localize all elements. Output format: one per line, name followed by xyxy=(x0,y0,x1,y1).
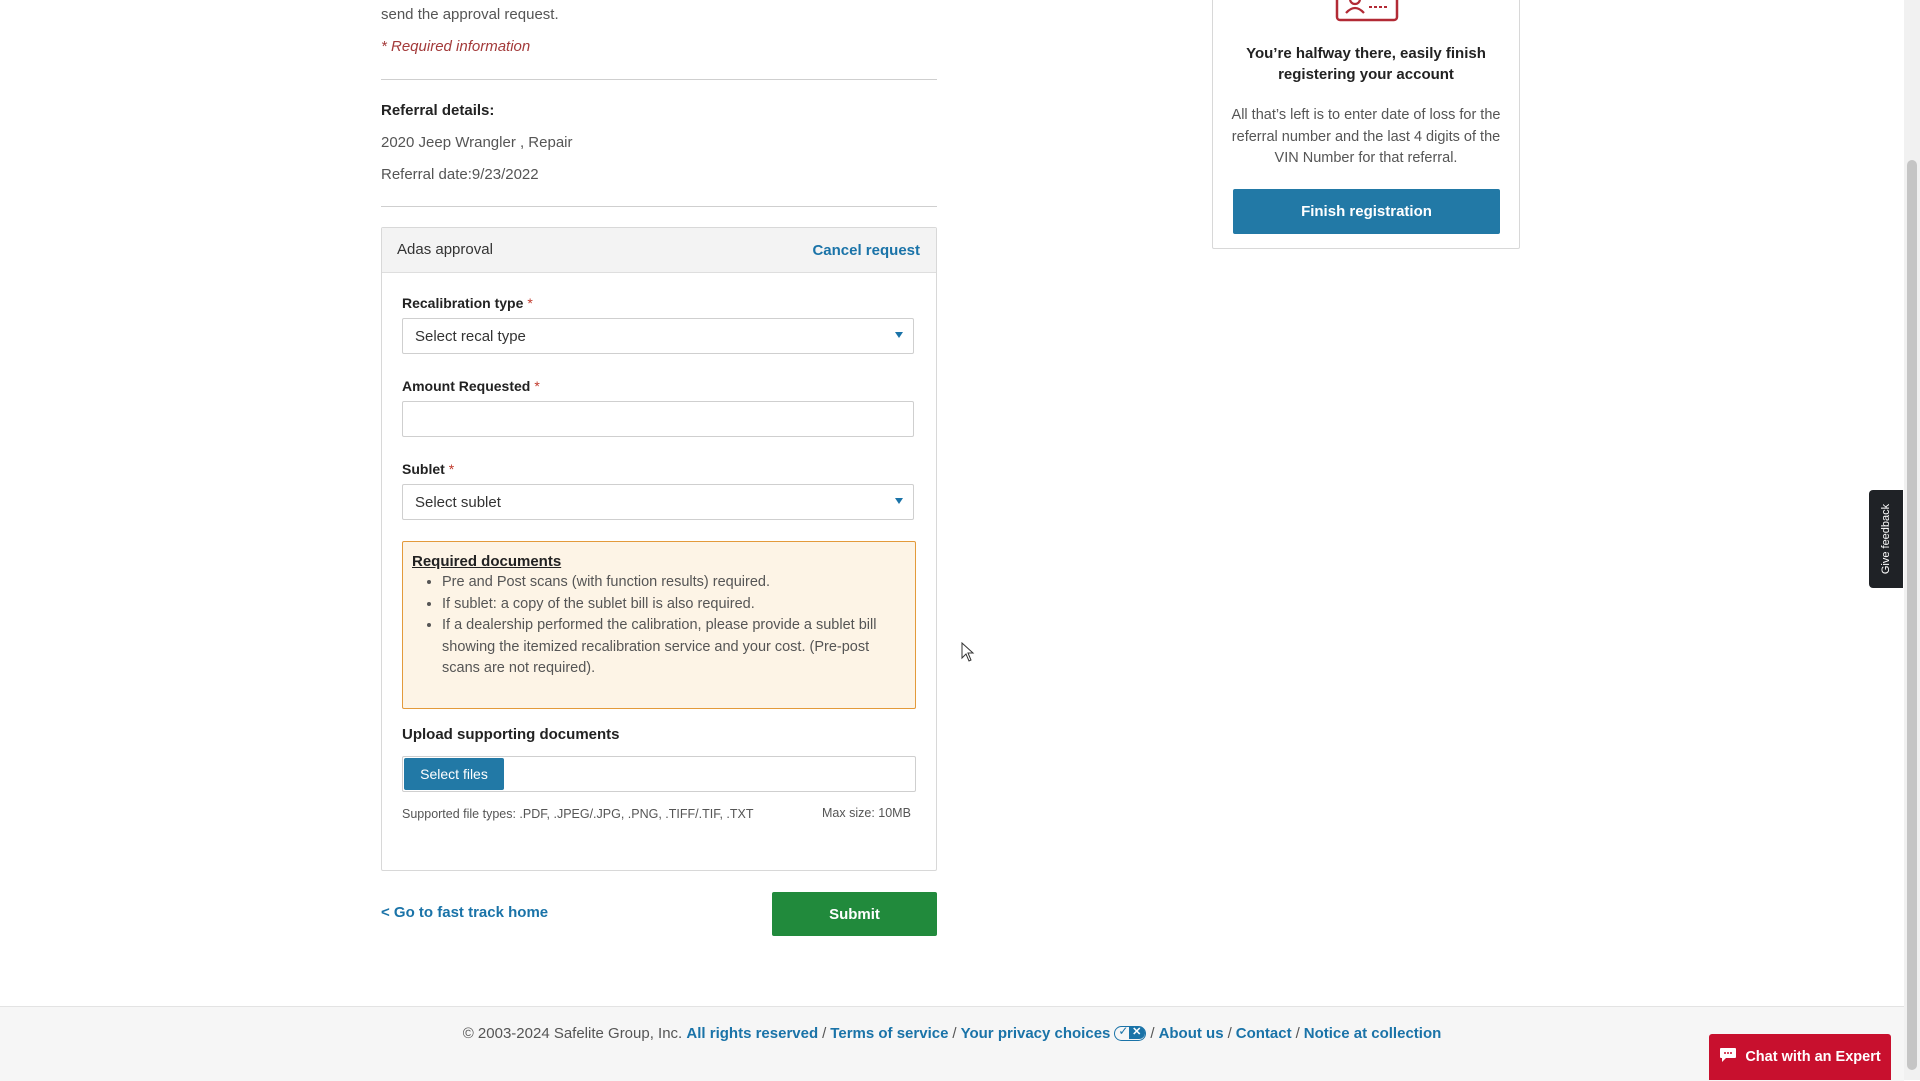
chevron-down-icon xyxy=(895,498,903,504)
list-item: If a dealership performed the calibratio… xyxy=(442,615,882,680)
chat-bubble-icon xyxy=(1719,1047,1737,1067)
required-star: * xyxy=(527,295,533,311)
finish-registration-button[interactable]: Finish registration xyxy=(1233,189,1500,234)
intro-text: send the approval request. xyxy=(381,6,559,23)
referral-details-heading: Referral details: xyxy=(381,102,495,119)
referral-vehicle: 2020 Jeep Wrangler , Repair xyxy=(381,134,573,151)
supported-file-types: Supported file types: .PDF, .JPEG/.JPG, … xyxy=(402,807,754,821)
id-card-icon xyxy=(1335,0,1399,28)
select-files-button[interactable]: Select files xyxy=(404,758,504,790)
footer-link-terms-of-service[interactable]: Terms of service xyxy=(830,1025,948,1042)
panel-title: Adas approval xyxy=(397,241,493,258)
card-description: All that’s left is to enter date of loss… xyxy=(1231,107,1501,166)
panel-header: Adas approval Cancel request xyxy=(382,228,936,273)
required-star: * xyxy=(448,461,455,477)
privacy-choices-icon[interactable]: ✕ xyxy=(1114,1024,1147,1041)
recalibration-type-label: Recalibration type * xyxy=(402,295,533,311)
list-item: Pre and Post scans (with function result… xyxy=(442,572,882,594)
chat-with-expert-button[interactable]: Chat with an Expert xyxy=(1709,1034,1891,1080)
footer-link-privacy-choices[interactable]: Your privacy choices xyxy=(961,1025,1111,1042)
required-documents-list: Pre and Post scans (with function result… xyxy=(411,572,882,680)
required-information-note: * Required information xyxy=(381,38,531,55)
sublet-select[interactable]: Select sublet xyxy=(402,484,914,520)
divider xyxy=(381,79,937,80)
separator: / xyxy=(1295,1025,1300,1042)
amount-requested-label: Amount Requested * xyxy=(402,378,540,394)
recalibration-type-value: Select recal type xyxy=(415,328,526,345)
scrollbar-thumb[interactable] xyxy=(1907,160,1917,1070)
separator: / xyxy=(1150,1025,1155,1042)
separator: / xyxy=(952,1025,957,1042)
amount-requested-label-text: Amount Requested xyxy=(402,378,531,394)
required-documents-box: Required documents Pre and Post scans (w… xyxy=(402,541,916,709)
footer-link-about-us[interactable]: About us xyxy=(1159,1025,1224,1042)
footer-link-all-rights-reserved[interactable]: All rights reserved xyxy=(686,1025,818,1042)
chevron-down-icon xyxy=(895,332,903,338)
separator: / xyxy=(822,1025,827,1042)
card-title: You’re halfway there, easily finish regi… xyxy=(1246,45,1486,83)
sublet-label: Sublet * xyxy=(402,461,454,477)
cancel-request-link[interactable]: Cancel request xyxy=(812,242,920,259)
copyright: © 2003-2024 Safelite Group, Inc. xyxy=(462,1025,683,1042)
separator: / xyxy=(1227,1025,1232,1042)
upload-documents-label: Upload supporting documents xyxy=(402,726,620,743)
give-feedback-tab[interactable]: Give feedback xyxy=(1869,490,1903,588)
go-to-fast-track-home-link[interactable]: < Go to fast track home xyxy=(381,904,548,921)
finish-registration-card: You’re halfway there, easily finish regi… xyxy=(1212,0,1520,249)
footer-link-contact[interactable]: Contact xyxy=(1236,1025,1292,1042)
submit-button[interactable]: Submit xyxy=(772,892,937,936)
recalibration-type-label-text: Recalibration type xyxy=(402,295,524,311)
required-star: * xyxy=(534,378,540,394)
give-feedback-label: Give feedback xyxy=(1880,503,1892,575)
mouse-cursor-icon xyxy=(961,641,975,667)
divider xyxy=(381,206,937,207)
list-item: If sublet: a copy of the sublet bill is … xyxy=(442,594,882,616)
page-scrollbar[interactable] xyxy=(1904,0,1920,1080)
footer: © 2003-2024 Safelite Group, Inc. All rig… xyxy=(0,1006,1904,1081)
sublet-value: Select sublet xyxy=(415,494,501,511)
sublet-label-text: Sublet xyxy=(402,461,445,477)
footer-link-notice-at-collection[interactable]: Notice at collection xyxy=(1304,1025,1442,1042)
file-upload-field[interactable]: Select files xyxy=(402,756,916,792)
referral-date: Referral date:9/23/2022 xyxy=(381,166,539,183)
amount-requested-input[interactable] xyxy=(402,401,914,437)
chat-label: Chat with an Expert xyxy=(1745,1049,1881,1065)
required-documents-title: Required documents xyxy=(412,553,562,570)
footer-links: © 2003-2024 Safelite Group, Inc. All rig… xyxy=(0,1024,1904,1042)
recalibration-type-select[interactable]: Select recal type xyxy=(402,318,914,354)
max-size-note: Max size: 10MB xyxy=(822,806,911,820)
